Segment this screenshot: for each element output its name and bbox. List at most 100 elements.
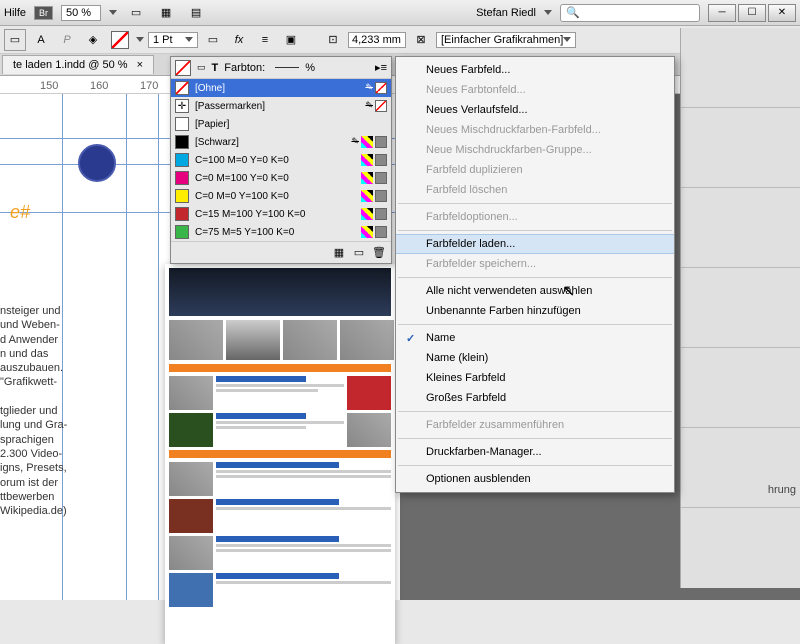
menu-separator bbox=[398, 465, 672, 466]
panel-menu-icon[interactable]: ▸≡ bbox=[375, 61, 387, 74]
text-icon[interactable]: T bbox=[212, 62, 219, 74]
zoom-dropdown-icon[interactable] bbox=[109, 10, 117, 15]
user-dropdown-icon[interactable] bbox=[544, 10, 552, 15]
swatch-item[interactable]: [Papier] bbox=[171, 115, 391, 133]
cmyk-icon bbox=[361, 226, 373, 238]
tint-label: Farbton: bbox=[224, 62, 265, 74]
menu-item[interactable]: Neues Farbfeld... bbox=[396, 60, 674, 80]
decorative-text: e# bbox=[10, 202, 30, 223]
help-menu[interactable]: Hilfe bbox=[4, 7, 26, 19]
fill-dropdown-icon[interactable] bbox=[136, 37, 144, 42]
panel-label: hrung bbox=[681, 428, 800, 508]
stroke-weight[interactable]: 1 Pt bbox=[148, 32, 198, 48]
swatch-name: C=0 M=100 Y=0 K=0 bbox=[195, 173, 355, 184]
swatches-header: ▭ T Farbton: % ▸≡ bbox=[171, 57, 391, 79]
frame-tool-icon[interactable]: ⊠ bbox=[410, 29, 432, 51]
opts-icon[interactable]: ▭ bbox=[202, 29, 224, 51]
frame-fit-icon[interactable]: ⊡ bbox=[322, 29, 344, 51]
menu-separator bbox=[398, 277, 672, 278]
swatch-item[interactable]: [Schwarz]✎ bbox=[171, 133, 391, 151]
menu-item[interactable]: Farbfelder laden... bbox=[396, 234, 674, 254]
swatches-panel[interactable]: ▭ T Farbton: % ▸≡ [Ohne]✎ [Passermarken] ✎… bbox=[170, 56, 392, 264]
ruler-tick: 160 bbox=[90, 80, 108, 92]
swatch-item[interactable]: C=15 M=100 Y=100 K=0 bbox=[171, 205, 391, 223]
swatch-chip bbox=[175, 117, 189, 131]
menu-item: Farbfeldoptionen... bbox=[396, 207, 674, 227]
frame-type-label: [Einfacher Grafikrahmen] bbox=[441, 34, 563, 46]
measure-input[interactable] bbox=[348, 32, 406, 48]
fill-stroke-icon[interactable] bbox=[108, 29, 132, 51]
swatch-item[interactable]: [Passermarken] ✎ bbox=[171, 97, 391, 115]
cmyk-icon bbox=[361, 154, 373, 166]
arrange-icon[interactable]: ▦ bbox=[155, 2, 177, 24]
new-swatch-icon[interactable]: ▭ bbox=[351, 245, 367, 261]
wrap-tool-icon[interactable]: ◈ bbox=[82, 29, 104, 51]
menu-item[interactable]: Name bbox=[396, 328, 674, 348]
maximize-button[interactable]: ☐ bbox=[738, 4, 766, 22]
tool-icon[interactable]: ▭ bbox=[4, 29, 26, 51]
swatch-name: C=15 M=100 Y=100 K=0 bbox=[195, 209, 355, 220]
swatch-badges: ✎ bbox=[351, 136, 387, 148]
menu-item[interactable]: Neues Verlaufsfeld... bbox=[396, 100, 674, 120]
swatch-badges bbox=[361, 172, 387, 184]
swatch-name: [Passermarken] bbox=[195, 101, 359, 112]
ruler-tick: 170 bbox=[140, 80, 158, 92]
swatch-item[interactable]: C=75 M=5 Y=100 K=0 bbox=[171, 223, 391, 241]
placed-page-thumb bbox=[165, 264, 395, 644]
tint-slider[interactable] bbox=[275, 67, 299, 68]
view-options-icon[interactable]: ▤ bbox=[185, 2, 207, 24]
para-tool-icon[interactable]: P bbox=[56, 29, 78, 51]
menu-item[interactable]: Großes Farbfeld bbox=[396, 388, 674, 408]
swatch-badges: ✎ bbox=[365, 100, 387, 112]
stroke-value: 1 Pt bbox=[153, 34, 173, 46]
cmyk-icon bbox=[361, 208, 373, 220]
user-name[interactable]: Stefan Riedl bbox=[476, 7, 536, 19]
window-controls: ─ ☐ ✕ bbox=[708, 4, 796, 22]
zoom-level[interactable]: 50 % bbox=[61, 5, 101, 21]
align-icon[interactable]: ≡ bbox=[254, 29, 276, 51]
swatch-item[interactable]: C=100 M=0 Y=0 K=0 bbox=[171, 151, 391, 169]
frame-type-dropdown[interactable]: [Einfacher Grafikrahmen] bbox=[436, 32, 576, 48]
close-tab-icon[interactable]: × bbox=[137, 59, 143, 71]
show-options-icon[interactable]: ▦ bbox=[331, 245, 347, 261]
right-panel-dock[interactable]: hrung bbox=[680, 28, 800, 588]
swatches-flyout-menu[interactable]: Neues Farbfeld...Neues Farbtonfeld...Neu… bbox=[395, 56, 675, 493]
close-button[interactable]: ✕ bbox=[768, 4, 796, 22]
swatch-chip bbox=[175, 225, 189, 239]
swatch-item[interactable]: [Ohne]✎ bbox=[171, 79, 391, 97]
menu-item[interactable]: Name (klein) bbox=[396, 348, 674, 368]
locked-icon: ✎ bbox=[351, 136, 359, 148]
menu-item[interactable]: Unbenannte Farben hinzufügen bbox=[396, 301, 674, 321]
process-icon bbox=[375, 172, 387, 184]
global-icon bbox=[375, 82, 387, 94]
delete-swatch-icon[interactable]: 🗑 bbox=[371, 245, 387, 261]
swatch-item[interactable]: C=0 M=100 Y=0 K=0 bbox=[171, 169, 391, 187]
swatch-name: C=100 M=0 Y=0 K=0 bbox=[195, 155, 355, 166]
char-tool-icon[interactable]: A bbox=[30, 29, 52, 51]
locked-icon: ✎ bbox=[365, 100, 373, 112]
fill-proxy-icon[interactable] bbox=[175, 60, 191, 76]
menu-item: Farbfeld duplizieren bbox=[396, 160, 674, 180]
formatting-icon[interactable]: ▭ bbox=[197, 62, 206, 73]
fx-icon[interactable]: fx bbox=[228, 29, 250, 51]
screen-mode-icon[interactable]: ▭ bbox=[125, 2, 147, 24]
menu-item[interactable]: Alle nicht verwendeten auswählen bbox=[396, 281, 674, 301]
swatch-badges: ✎ bbox=[365, 82, 387, 94]
global-icon bbox=[375, 100, 387, 112]
chevron-down-icon bbox=[563, 37, 571, 42]
menu-item[interactable]: Druckfarben-Manager... bbox=[396, 442, 674, 462]
ruler-tick: 150 bbox=[40, 80, 58, 92]
wrap-icon[interactable]: ▣ bbox=[280, 29, 302, 51]
swatch-chip bbox=[175, 81, 189, 95]
minimize-button[interactable]: ─ bbox=[708, 4, 736, 22]
menu-item: Neue Mischdruckfarben-Gruppe... bbox=[396, 140, 674, 160]
process-icon bbox=[375, 226, 387, 238]
swatch-item[interactable]: C=0 M=0 Y=100 K=0 bbox=[171, 187, 391, 205]
doc-tab[interactable]: te laden 1.indd @ 50 % × bbox=[2, 55, 154, 74]
search-input[interactable] bbox=[560, 4, 700, 22]
swatch-name: C=0 M=0 Y=100 K=0 bbox=[195, 191, 355, 202]
menu-item[interactable]: Kleines Farbfeld bbox=[396, 368, 674, 388]
swatch-chip bbox=[175, 153, 189, 167]
menu-item[interactable]: Optionen ausblenden bbox=[396, 469, 674, 489]
bridge-button[interactable]: Br bbox=[34, 6, 53, 20]
